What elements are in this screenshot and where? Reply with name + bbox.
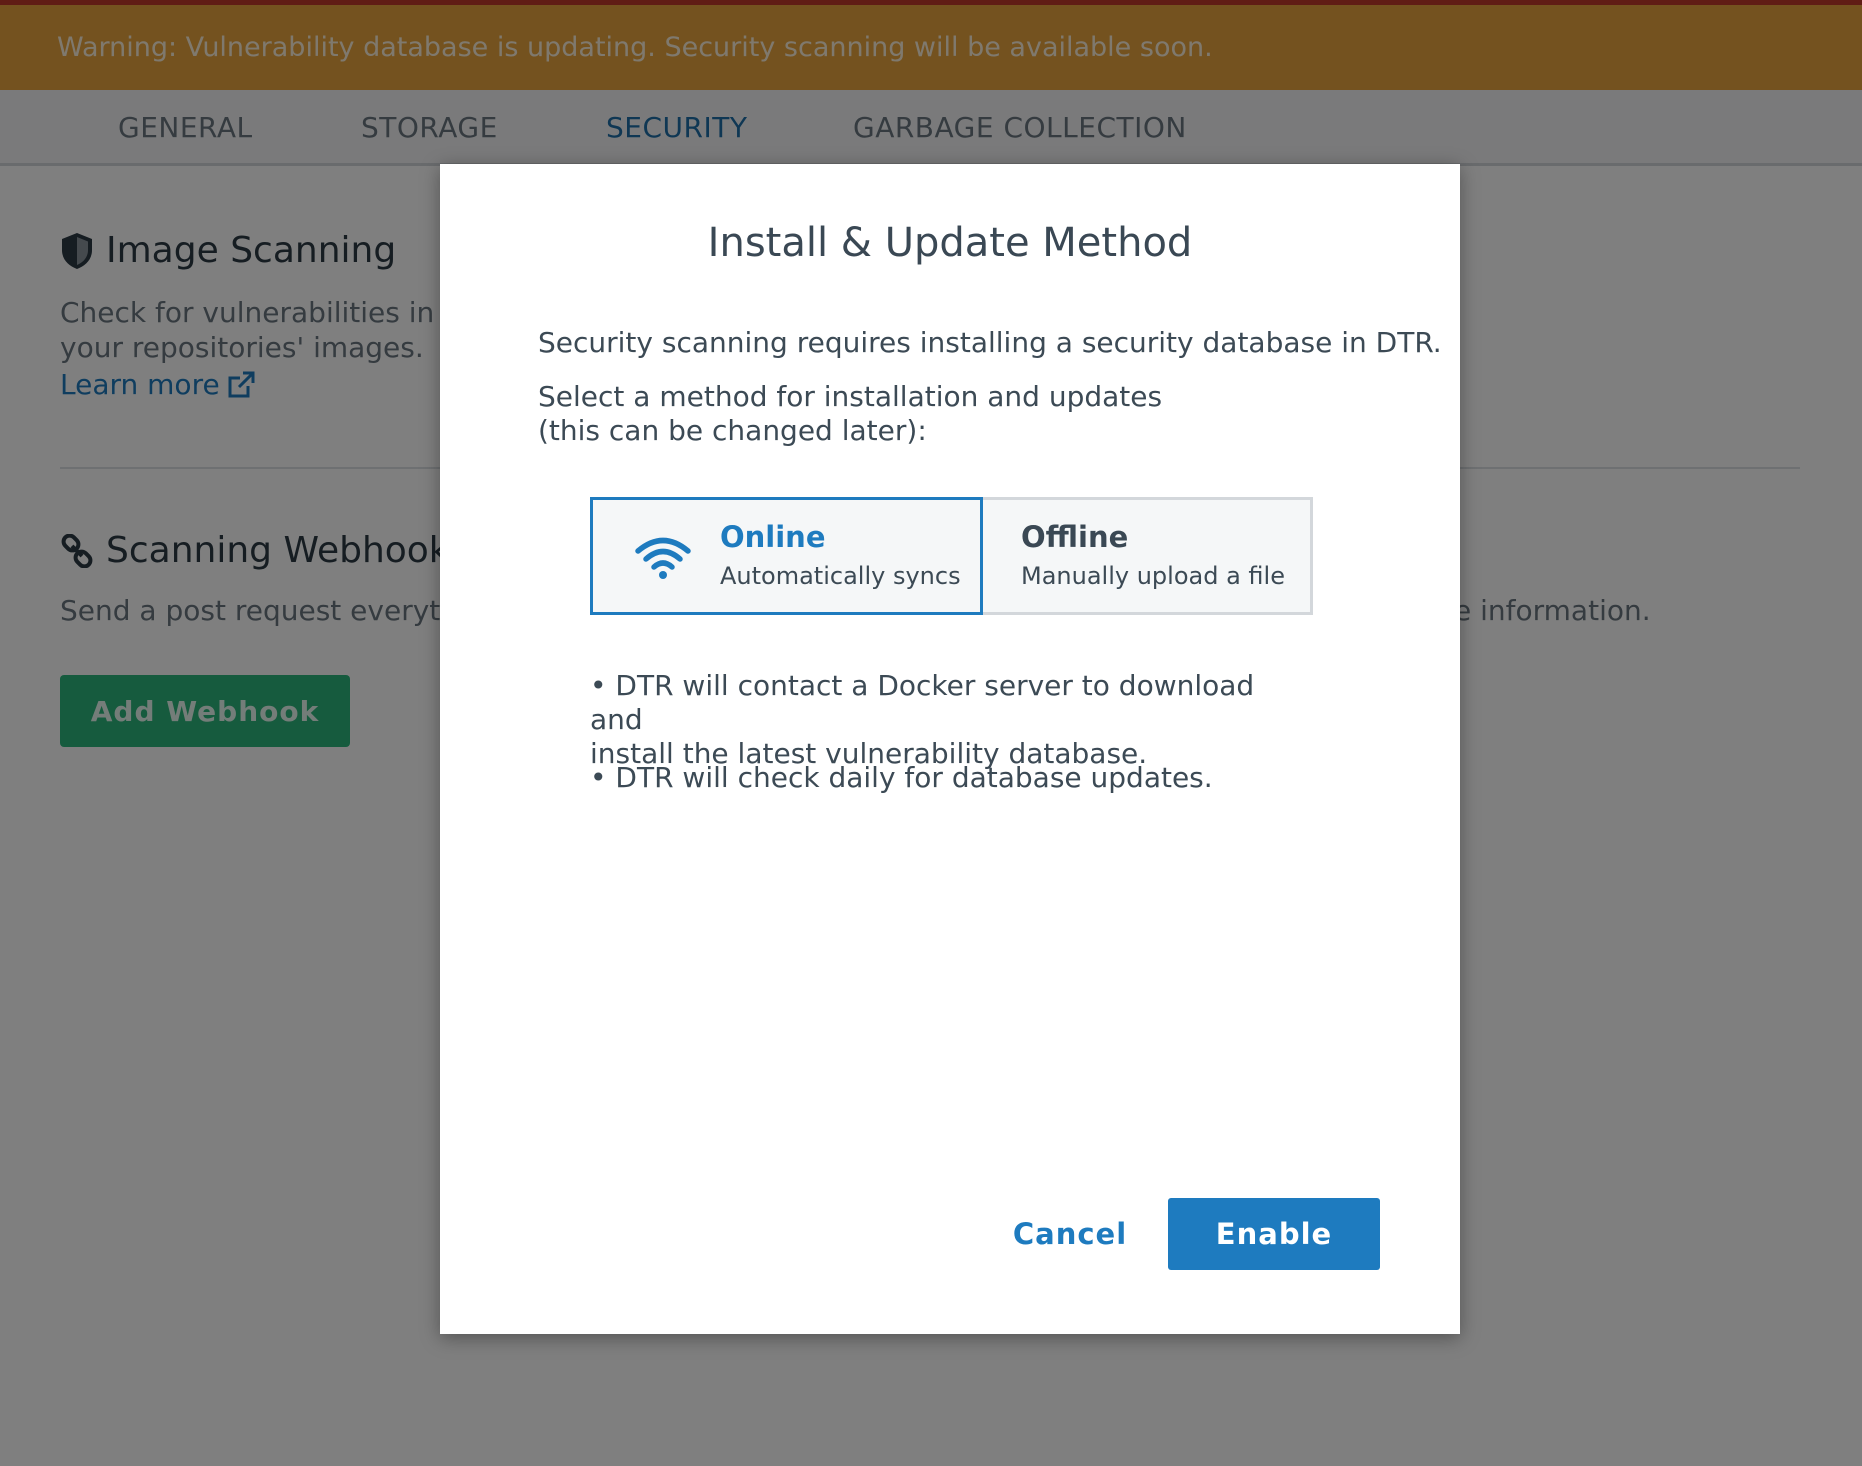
dialog-bullet-line: • DTR will contact a Docker server to do…	[590, 669, 1255, 736]
dialog-intro: Security scanning requires installing a …	[538, 326, 1442, 359]
dialog-title: Install & Update Method	[707, 220, 1193, 266]
method-online-label: Online	[720, 520, 826, 554]
cancel-button[interactable]: Cancel	[1000, 1198, 1140, 1270]
method-option-online[interactable]: Online Automatically syncs	[590, 497, 983, 615]
method-selector: Online Automatically syncs Offline Manua…	[590, 497, 1313, 615]
install-update-method-dialog: Install & Update Method Security scannin…	[440, 164, 1460, 1334]
method-online-sublabel: Automatically syncs	[720, 562, 961, 590]
dialog-select-line: (this can be changed later):	[538, 414, 927, 447]
dialog-bullet: • DTR will contact a Docker server to do…	[590, 669, 1310, 771]
dialog-bullet-line: • DTR will check daily for database upda…	[590, 761, 1213, 794]
method-offline-label: Offline	[1021, 520, 1129, 554]
dialog-select-instruction: Select a method for installation and upd…	[538, 380, 1162, 448]
enable-button[interactable]: Enable	[1168, 1198, 1380, 1270]
wifi-icon	[635, 537, 691, 579]
method-offline-sublabel: Manually upload a file	[1021, 562, 1285, 590]
dialog-bullet: • DTR will check daily for database upda…	[590, 761, 1310, 795]
dialog-select-line: Select a method for installation and upd…	[538, 380, 1163, 413]
method-option-offline[interactable]: Offline Manually upload a file	[980, 497, 1313, 615]
